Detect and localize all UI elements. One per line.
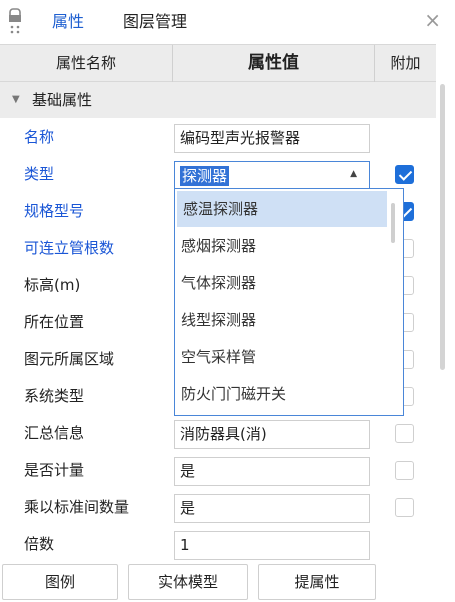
dropdown-option[interactable]: 气体探测器 <box>175 265 387 301</box>
close-icon[interactable]: × <box>424 10 441 30</box>
property-value-field[interactable]: 1 <box>174 531 370 560</box>
column-header-extra: 附加 <box>374 45 436 82</box>
property-row-measured: 是否计量 是 <box>0 452 436 489</box>
pin-icon[interactable] <box>8 8 22 36</box>
dropdown-arrow-icon[interactable]: ▲ <box>350 169 357 179</box>
property-label: 系统类型 <box>24 387 85 405</box>
property-label: 倍数 <box>24 535 55 553</box>
tab-layer-management[interactable]: 图层管理 <box>110 0 200 44</box>
extra-checkbox[interactable] <box>395 461 414 480</box>
property-label: 汇总信息 <box>24 424 85 442</box>
property-label: 名称 <box>24 128 55 146</box>
column-header-value: 属性值 <box>172 45 374 82</box>
extra-checkbox[interactable] <box>395 165 414 184</box>
property-label: 规格型号 <box>24 202 85 220</box>
extra-checkbox[interactable] <box>395 424 414 443</box>
type-combobox[interactable]: 探测器 ▲ <box>174 161 370 190</box>
dropdown-option[interactable]: 感温探测器 <box>177 191 387 227</box>
property-row-summary: 汇总信息 消防器具(消) <box>0 415 436 452</box>
property-value-field[interactable]: 是 <box>174 494 370 523</box>
property-label: 类型 <box>24 165 55 183</box>
dropdown-option[interactable]: 空气采样管 <box>175 339 387 375</box>
footer-toolbar: 图例 实体模型 提属性 <box>0 562 455 602</box>
tab-properties[interactable]: 属性 <box>34 0 102 44</box>
dropdown-option[interactable]: 感烟探测器 <box>175 228 387 264</box>
property-value-field[interactable]: 消防器具(消) <box>174 420 370 449</box>
type-dropdown-list: 感温探测器 感烟探测器 气体探测器 线型探测器 空气采样管 防火门门磁开关 <box>174 188 404 416</box>
property-value-field[interactable]: 是 <box>174 457 370 486</box>
property-row-name: 名称 编码型声光报警器 <box>0 119 436 156</box>
dropdown-option[interactable]: 线型探测器 <box>175 302 387 338</box>
column-header-name: 属性名称 <box>55 54 116 72</box>
section-basic-properties[interactable]: ▼ 基础属性 <box>0 82 436 118</box>
property-label: 所在位置 <box>24 313 85 331</box>
collapse-arrow-icon[interactable]: ▼ <box>12 82 20 118</box>
dropdown-option[interactable]: 防火门门磁开关 <box>175 376 387 412</box>
grid-scrollbar[interactable] <box>440 84 445 370</box>
solid-model-button[interactable]: 实体模型 <box>128 564 248 600</box>
property-label: 是否计量 <box>24 461 85 479</box>
property-row-multiplier: 倍数 1 <box>0 526 436 562</box>
property-label: 标高(m) <box>24 276 81 294</box>
property-label: 乘以标准间数量 <box>24 498 130 516</box>
extra-checkbox[interactable] <box>395 498 414 517</box>
section-label: 基础属性 <box>32 91 93 109</box>
property-label: 可连立管根数 <box>24 239 115 257</box>
grid-header: 属性名称 属性值 附加 <box>0 44 436 82</box>
property-value-field[interactable]: 编码型声光报警器 <box>174 124 370 153</box>
property-row-std-room-qty: 乘以标准间数量 是 <box>0 489 436 526</box>
panel-titlebar: 属性 图层管理 × <box>0 0 455 44</box>
dropdown-scrollbar[interactable] <box>391 203 395 243</box>
combobox-selected-text: 探测器 <box>180 166 230 186</box>
property-label: 图元所属区域 <box>24 350 115 368</box>
legend-button[interactable]: 图例 <box>2 564 118 600</box>
extract-attribute-button[interactable]: 提属性 <box>258 564 376 600</box>
